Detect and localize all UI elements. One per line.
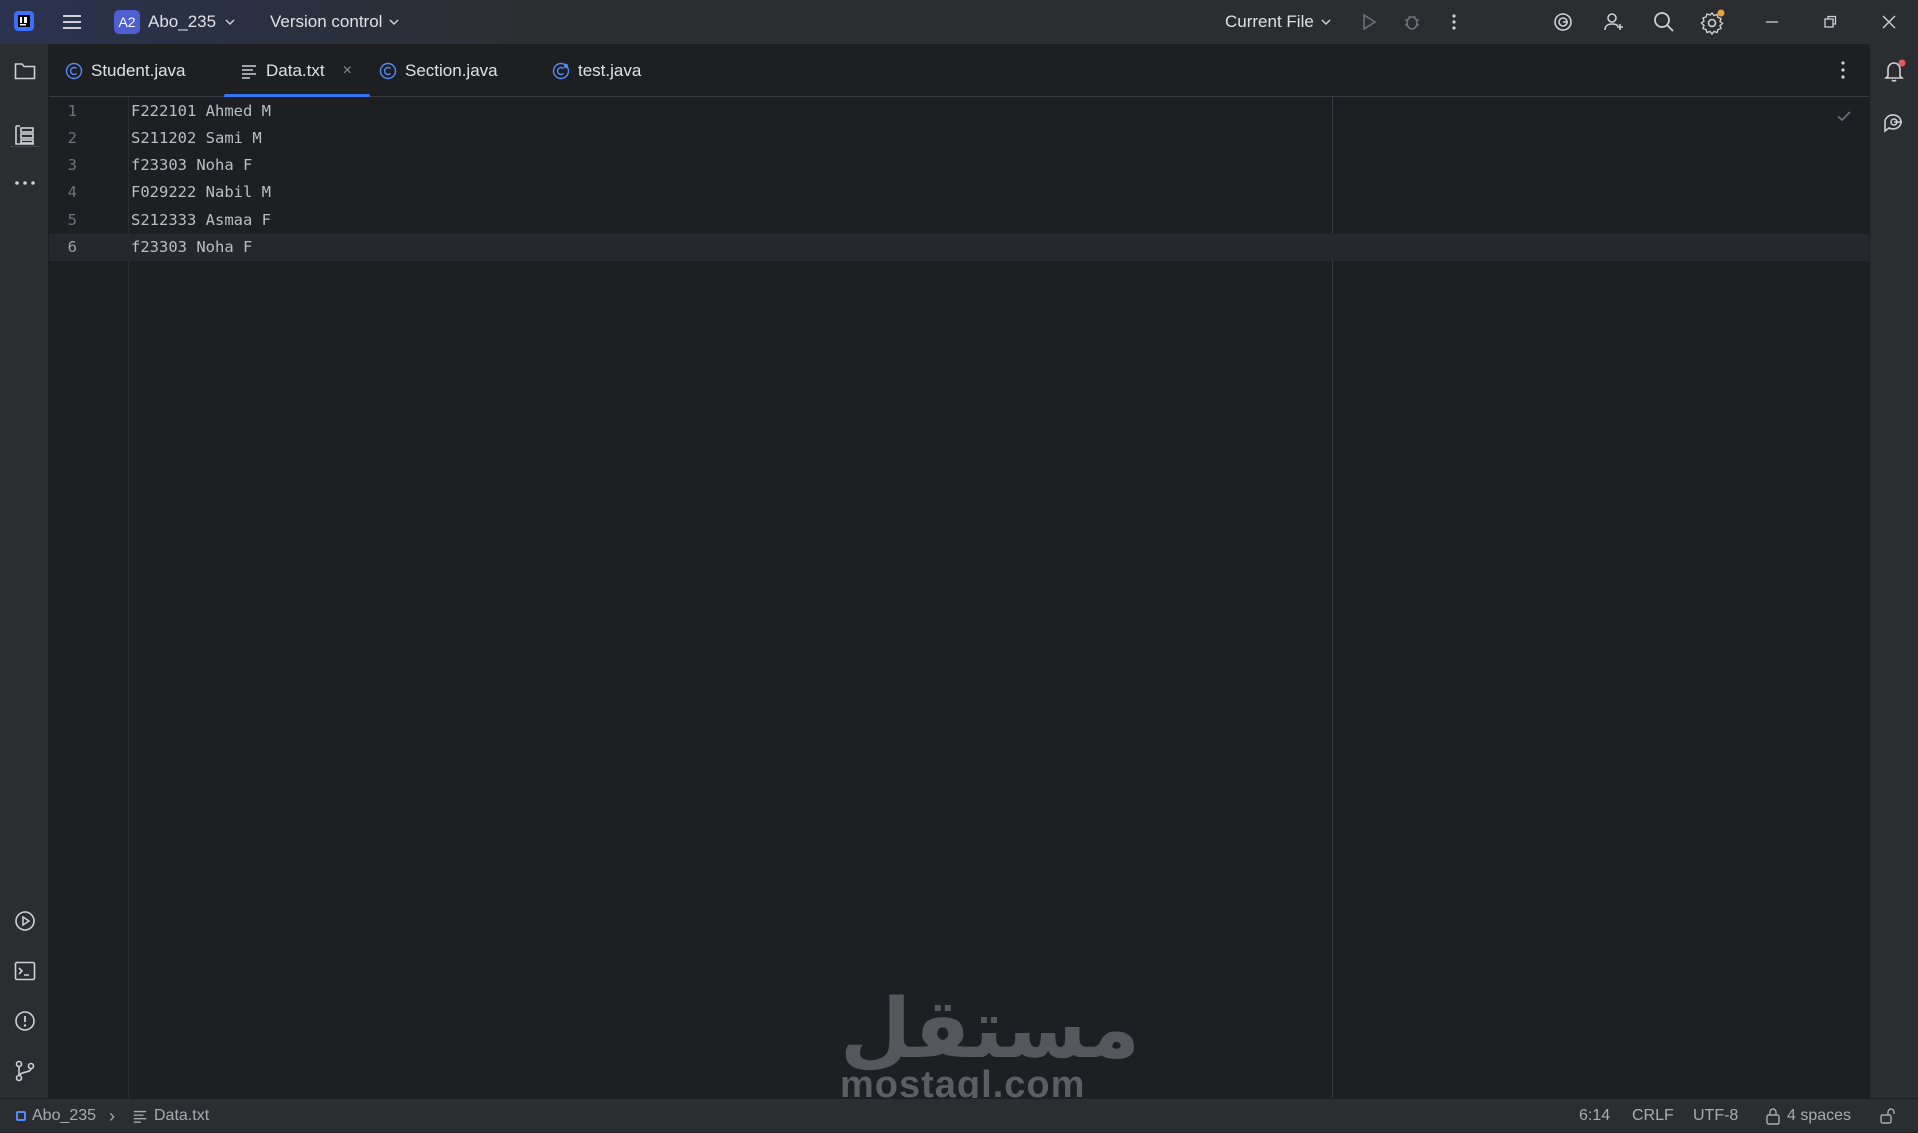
tab-label: test.java	[578, 60, 642, 80]
read-only-toggle[interactable]	[1879, 1099, 1897, 1133]
notifications-bell-icon[interactable]	[1882, 58, 1908, 84]
ai-chat-icon[interactable]	[1882, 110, 1908, 136]
chevron-down-icon	[225, 19, 235, 26]
intellij-logo-icon[interactable]	[12, 9, 36, 33]
run-config-label: Current File	[1225, 12, 1314, 31]
tab-label: Student.java	[91, 60, 186, 80]
restore-window-icon[interactable]	[1817, 9, 1843, 35]
run-icon[interactable]	[1356, 9, 1382, 35]
close-tab-icon[interactable]: ×	[343, 62, 352, 80]
debug-icon[interactable]	[1399, 9, 1425, 35]
line-text: S211202 Sami M	[131, 129, 262, 147]
line-number: 5	[67, 211, 77, 229]
project-badge: A2	[114, 10, 140, 34]
tab-data-txt[interactable]: Data.txt ×	[224, 44, 370, 98]
mostaql-watermark: مستقل mostaql.com	[840, 982, 1140, 1106]
run-configuration-selector[interactable]: Current File	[1225, 8, 1332, 36]
structure-icon[interactable]	[12, 122, 38, 148]
left-tool-window-bar	[0, 44, 49, 1098]
project-name: Abo_235	[148, 12, 217, 31]
line-number: 1	[67, 102, 77, 120]
class-icon	[65, 62, 83, 79]
line-text: f23303 Noha F	[131, 238, 253, 256]
indent-settings[interactable]: 4 spaces	[1765, 1099, 1851, 1133]
more-tool-windows-icon[interactable]	[12, 170, 38, 196]
class-icon	[379, 62, 397, 79]
text-file-icon	[133, 1110, 147, 1123]
ai-assistant-icon[interactable]	[1550, 9, 1576, 35]
right-tool-window-bar	[1869, 44, 1918, 1098]
class-icon	[552, 62, 570, 79]
terminal-icon[interactable]	[12, 958, 38, 984]
breadcrumb-file[interactable]: Data.txt	[132, 1099, 209, 1133]
tab-label: Data.txt	[266, 60, 325, 80]
module-icon	[16, 1111, 26, 1121]
main-menu-icon[interactable]	[60, 10, 84, 34]
tab-student-java[interactable]: Student.java	[65, 44, 186, 97]
chevron-down-icon	[1321, 19, 1331, 26]
settings-gear-icon[interactable]	[1700, 9, 1726, 35]
breadcrumb-file-label: Data.txt	[154, 1107, 210, 1124]
text-file-icon	[242, 64, 256, 79]
line-separator[interactable]: CRLF	[1632, 1099, 1674, 1133]
more-actions-icon[interactable]	[1441, 9, 1467, 35]
minimize-window-icon[interactable]	[1759, 9, 1785, 35]
indent-label: 4 spaces	[1787, 1107, 1852, 1124]
tab-label: Section.java	[405, 60, 498, 80]
line-text: S212333 Asmaa F	[131, 211, 271, 229]
watermark-arabic-text: مستقل	[840, 982, 1140, 1077]
breadcrumb-project-label: Abo_235	[32, 1107, 97, 1124]
problems-icon[interactable]	[12, 1008, 38, 1034]
status-bar: Abo_235 › Data.txt 6:14 CRLF UTF-8 4 spa…	[0, 1098, 1918, 1132]
file-encoding[interactable]: UTF-8	[1693, 1099, 1738, 1133]
tab-section-java[interactable]: Section.java	[379, 44, 498, 97]
no-problems-check-icon[interactable]	[1835, 107, 1853, 125]
line-number: 4	[67, 183, 77, 201]
code-editor[interactable]: 1 F222101 Ahmed M 2 S211202 Sami M 3 f23…	[49, 97, 1869, 1105]
code-with-me-icon[interactable]	[1601, 9, 1627, 35]
vcs-label: Version control	[270, 12, 383, 31]
line-text: F029222 Nabil M	[131, 183, 271, 201]
code-line[interactable]: 5 S212333 Asmaa F	[49, 207, 1869, 234]
breadcrumb-project[interactable]: Abo_235	[16, 1099, 96, 1133]
tab-options-icon[interactable]	[1831, 58, 1855, 82]
line-number: 6	[67, 238, 77, 256]
project-selector[interactable]: A2 Abo_235	[114, 8, 236, 36]
project-folder-icon[interactable]	[12, 58, 38, 84]
unlock-icon	[1880, 1108, 1895, 1124]
tab-test-java[interactable]: test.java	[552, 44, 641, 97]
code-line[interactable]: 3 f23303 Noha F	[49, 152, 1869, 179]
editor-tab-bar: Student.java Data.txt × Section.java tes…	[49, 44, 1869, 98]
close-window-icon[interactable]	[1876, 9, 1902, 35]
code-line-current[interactable]: 6 f23303 Noha F	[49, 234, 1869, 261]
title-bar: A2 Abo_235 Version control Current File	[0, 0, 1918, 44]
chevron-down-icon	[389, 19, 399, 26]
search-everywhere-icon[interactable]	[1651, 9, 1677, 35]
line-text: F222101 Ahmed M	[131, 102, 271, 120]
version-control-selector[interactable]: Version control	[270, 8, 400, 36]
line-number: 2	[67, 129, 77, 147]
code-line[interactable]: 1 F222101 Ahmed M	[49, 98, 1869, 125]
services-run-icon[interactable]	[12, 908, 38, 934]
indent-lock-icon	[1766, 1108, 1780, 1125]
breadcrumb-separator: ›	[109, 1105, 115, 1126]
git-branch-icon[interactable]	[12, 1058, 38, 1084]
code-line[interactable]: 2 S211202 Sami M	[49, 125, 1869, 152]
line-text: f23303 Noha F	[131, 156, 253, 174]
line-number: 3	[67, 156, 77, 174]
code-line[interactable]: 4 F029222 Nabil M	[49, 179, 1869, 206]
caret-position[interactable]: 6:14	[1579, 1099, 1610, 1133]
